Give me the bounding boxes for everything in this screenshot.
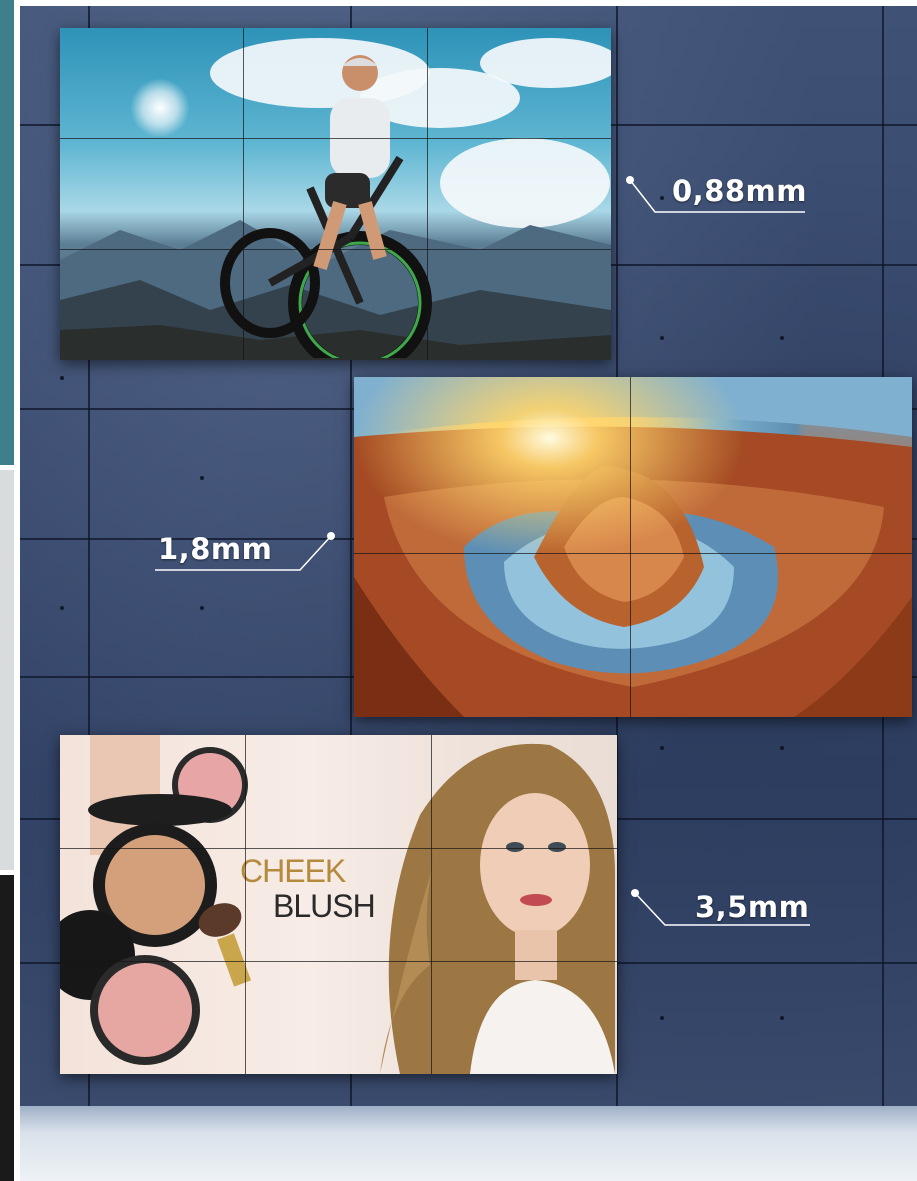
bezel-label-1-8mm: 1,8mm: [158, 532, 273, 566]
wall-tie: [780, 746, 784, 750]
cyclist: [220, 55, 432, 358]
wall-tie: [660, 336, 664, 340]
floor: [20, 1106, 917, 1181]
screen-bezel: [245, 735, 246, 1074]
screen-bezel: [60, 848, 617, 849]
ad-headline-cheek: CHEEK: [240, 853, 346, 889]
video-wall-horseshoe-canyon: [354, 377, 912, 717]
screen-bezel: [60, 961, 617, 962]
screen-bezel: [630, 377, 631, 717]
screen-bezel: [431, 735, 432, 1074]
model-portrait: [380, 743, 615, 1074]
cosmetics-illustration: [60, 735, 252, 1065]
screen-bezel: [354, 553, 912, 554]
sun: [130, 78, 190, 138]
wall-tie: [60, 606, 64, 610]
screen-bezel: [427, 28, 428, 360]
video-wall-cheek-blush: CHEEK BLUSH: [60, 735, 617, 1074]
wall-tie: [780, 336, 784, 340]
left-strip-teal: [0, 0, 14, 465]
wall-tie: [660, 746, 664, 750]
bezel-label-0-88mm: 0,88mm: [672, 174, 807, 208]
wall-tie: [60, 376, 64, 380]
video-wall-mountain-biker: [60, 28, 611, 360]
screen-bezel: [243, 28, 244, 360]
wall-tie: [200, 476, 204, 480]
wall-tie: [780, 1016, 784, 1020]
wall-tie: [200, 606, 204, 610]
screen-bezel: [60, 138, 611, 139]
bezel-label-3-5mm: 3,5mm: [695, 890, 810, 924]
screen-bezel: [60, 249, 611, 250]
left-strip-dark: [0, 875, 14, 1181]
wall-tie: [660, 1016, 664, 1020]
left-strip-gray: [0, 470, 14, 870]
canyon-scene: [354, 377, 912, 717]
